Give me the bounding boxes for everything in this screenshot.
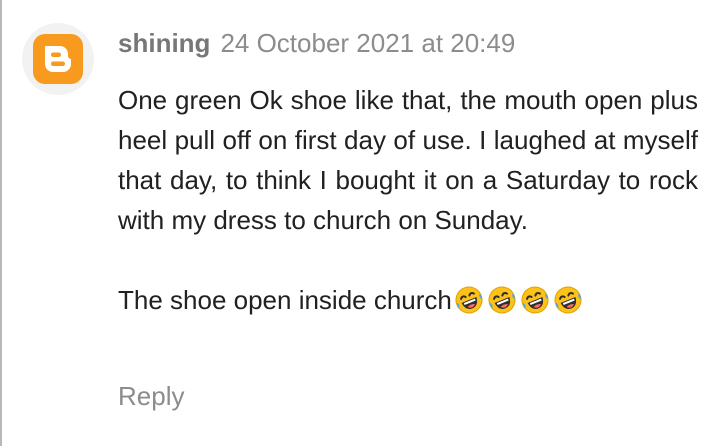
rolling-on-floor-laughing-emoji	[520, 285, 550, 315]
thread-indent-line	[0, 0, 2, 446]
comment-paragraph-text: The shoe open inside church	[118, 285, 452, 315]
avatar[interactable]	[22, 23, 94, 95]
comment-author[interactable]: shining	[118, 28, 210, 58]
rolling-on-floor-laughing-emoji	[487, 285, 517, 315]
blogger-logo-icon	[33, 34, 83, 84]
comment-header: shining 24 October 2021 at 20:49	[118, 26, 515, 60]
comment-paragraph-2: The shoe open inside church	[118, 280, 698, 320]
reply-link[interactable]: Reply	[118, 376, 184, 416]
comment-paragraph: One green Ok shoe like that, the mouth o…	[118, 85, 698, 235]
rolling-on-floor-laughing-emoji	[454, 285, 484, 315]
emoji-group	[454, 285, 586, 315]
rolling-on-floor-laughing-emoji	[553, 285, 583, 315]
comment-body: One green Ok shoe like that, the mouth o…	[118, 80, 698, 320]
comment-timestamp[interactable]: 24 October 2021 at 20:49	[220, 28, 515, 58]
